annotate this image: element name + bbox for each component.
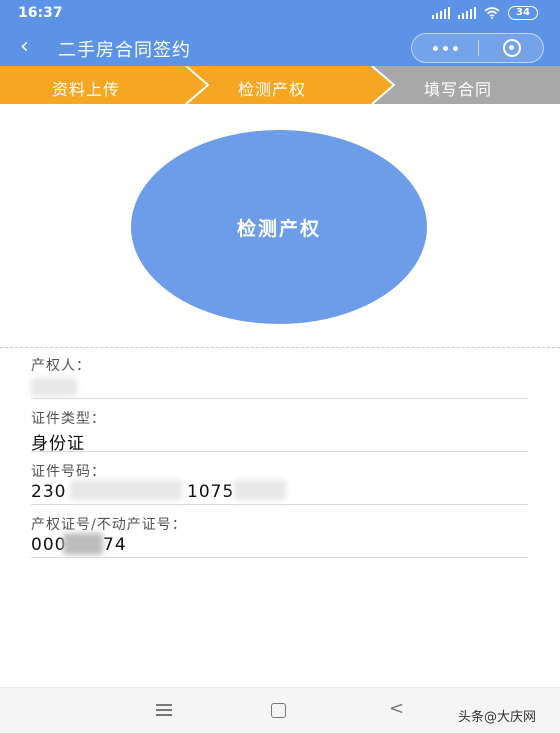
back-icon[interactable]: ‹ — [20, 34, 29, 59]
page-title: 二手房合同签约 — [58, 40, 191, 61]
redacted-id-tail — [234, 480, 286, 500]
step-upload: 资料上传 — [52, 80, 121, 99]
redacted-id-number — [70, 480, 182, 500]
close-miniprogram-button[interactable] — [479, 34, 545, 62]
id-type-label: 证件类型： — [31, 411, 106, 427]
dot-icon — [432, 45, 438, 51]
status-icons: 34 — [432, 6, 538, 20]
id-number-underline — [31, 504, 528, 505]
more-button[interactable] — [412, 34, 478, 62]
id-number-label: 证件号码： — [31, 464, 106, 480]
home-icon[interactable] — [271, 703, 286, 718]
dot-icon — [452, 45, 458, 51]
id-type-underline — [31, 451, 528, 452]
redacted-owner — [31, 378, 77, 396]
miniprogram-capsule — [411, 33, 544, 63]
step-progress: 资料上传 检测产权 填写合同 — [0, 66, 560, 104]
deed-number-prefix: 000 — [31, 535, 67, 555]
deed-number-suffix: 74 — [103, 535, 127, 555]
id-number-prefix: 230 — [31, 482, 67, 502]
step-check: 检测产权 — [238, 80, 307, 99]
status-bar: 16:37 34 — [0, 0, 560, 28]
menu-icon[interactable] — [156, 704, 172, 716]
check-ownership-button[interactable]: 检测产权 — [131, 130, 427, 324]
step-fill: 填写合同 — [424, 80, 493, 99]
back-nav-icon[interactable]: < — [389, 698, 404, 719]
nav-bar: ‹ 二手房合同签约 — [0, 28, 560, 66]
battery-icon: 34 — [508, 6, 538, 20]
dashed-divider — [0, 347, 560, 348]
owner-underline — [31, 398, 528, 399]
deed-number-label: 产权证号/不动产证号： — [31, 517, 187, 533]
check-ownership-label: 检测产权 — [236, 217, 321, 240]
wifi-icon — [484, 7, 500, 19]
id-number-middle: 1075 — [187, 482, 235, 502]
target-icon — [503, 39, 521, 57]
deed-number-underline — [31, 557, 528, 558]
redacted-deed-number — [63, 533, 103, 555]
status-time: 16:37 — [18, 5, 63, 21]
watermark: 头条@大庆网 — [458, 710, 537, 725]
owner-label: 产权人： — [31, 358, 91, 374]
signal-icon-2 — [458, 7, 476, 19]
system-nav-bar: < 头条@大庆网 — [0, 687, 560, 733]
signal-icon — [432, 7, 450, 19]
dot-icon — [442, 45, 448, 51]
